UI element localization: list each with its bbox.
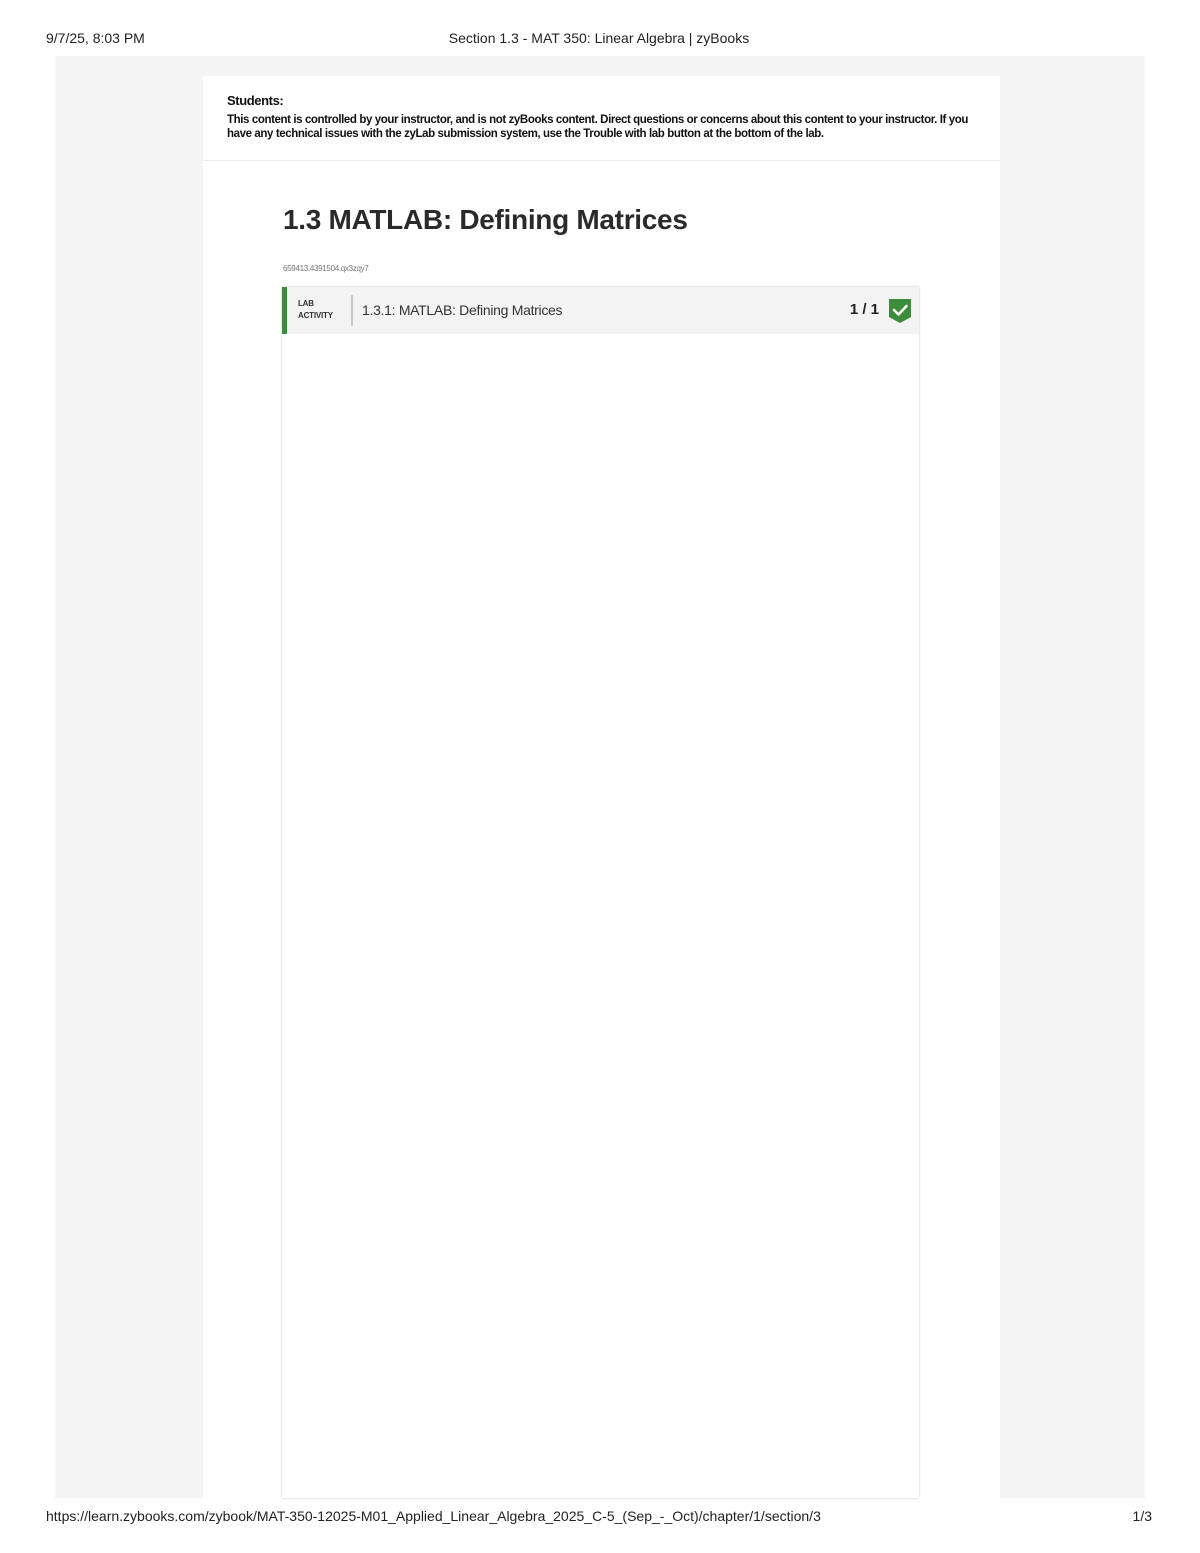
print-header: 9/7/25, 8:03 PM Section 1.3 - MAT 350: L… (46, 30, 1152, 48)
lab-activity-name: 1.3.1: MATLAB: Defining Matrices (362, 302, 563, 318)
instructor-notice: Students: This content is controlled by … (227, 94, 972, 141)
lab-activity: LAB ACTIVITY 1.3.1: MATLAB: Defining Mat… (282, 287, 919, 1498)
section-id: 659413.4391504.qx3zqy7 (283, 264, 369, 273)
print-url: https://learn.zybooks.com/zybook/MAT-350… (46, 1508, 821, 1524)
notice-title: Students: (227, 93, 284, 108)
check-icon (889, 299, 911, 323)
notice-divider (203, 160, 1000, 161)
print-footer: https://learn.zybooks.com/zybook/MAT-350… (46, 1508, 1152, 1526)
notice-body: This content is controlled by your instr… (227, 114, 969, 140)
print-page-number: 1/3 (1132, 1508, 1152, 1524)
content-card: Students: This content is controlled by … (203, 76, 1000, 1498)
print-page-title: Section 1.3 - MAT 350: Linear Algebra | … (448, 30, 750, 46)
section-title: 1.3 MATLAB: Defining Matrices (283, 204, 688, 235)
lab-label-line1: LAB (298, 299, 314, 308)
lab-activity-header[interactable]: LAB ACTIVITY 1.3.1: MATLAB: Defining Mat… (282, 287, 919, 334)
lab-score: 1 / 1 (849, 301, 879, 318)
lab-label-line2: ACTIVITY (298, 311, 333, 320)
lab-header-separator (351, 295, 353, 326)
lab-activity-label: LAB ACTIVITY (298, 298, 348, 322)
